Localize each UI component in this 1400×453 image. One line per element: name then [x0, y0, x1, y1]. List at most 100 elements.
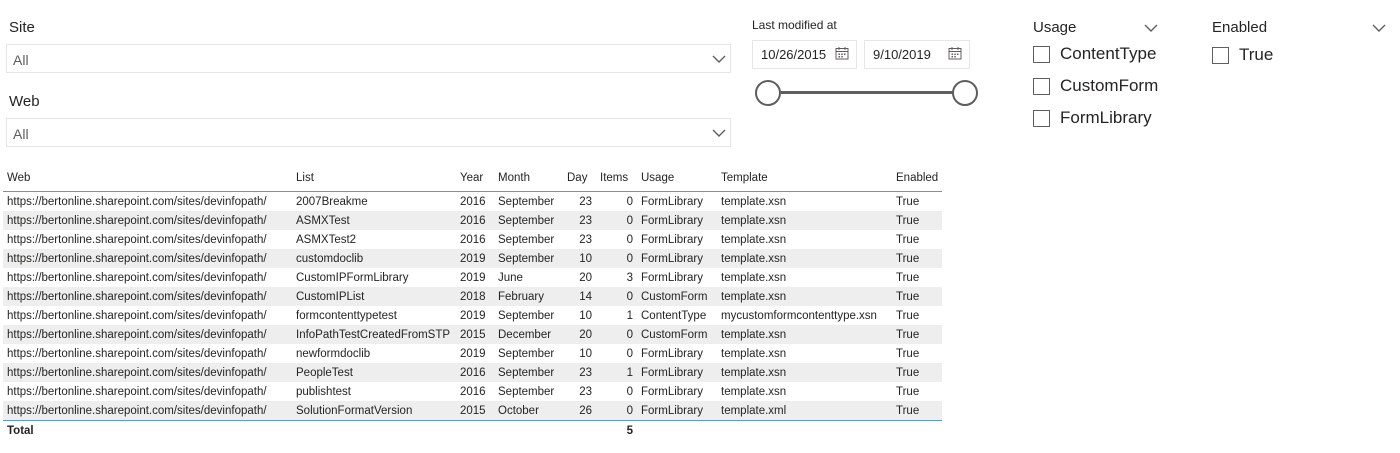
cell-items: 0: [596, 325, 637, 344]
cell-enabled: True: [896, 385, 920, 398]
start-date-input[interactable]: 10/26/2015: [752, 40, 857, 69]
calendar-icon[interactable]: [835, 46, 849, 60]
cell-template: template.xsn: [721, 233, 787, 246]
cell-list: InfoPathTestCreatedFromSTP: [292, 325, 456, 344]
column-header-enabled[interactable]: Enabled: [892, 165, 943, 192]
table-row[interactable]: https://bertonline.sharepoint.com/sites/…: [3, 192, 942, 212]
column-header-items[interactable]: Items: [596, 165, 637, 192]
cell-month: September: [498, 347, 555, 360]
calendar-icon[interactable]: [948, 46, 962, 60]
web-dropdown-value: All: [13, 126, 29, 142]
site-slicer-title: Site: [9, 19, 35, 36]
cell-enabled: True: [892, 401, 943, 421]
cell-template: template.xsn: [721, 271, 787, 284]
cell-enabled: True: [896, 271, 920, 284]
cell-web: https://bertonline.sharepoint.com/sites/…: [7, 385, 267, 398]
cell-year: 2019: [460, 347, 486, 360]
table-header-row: Web List Year Month Day Items Usage Temp…: [3, 165, 943, 192]
column-header-usage[interactable]: Usage: [637, 165, 717, 192]
checkbox-icon[interactable]: [1033, 78, 1050, 95]
checkbox-icon[interactable]: [1033, 46, 1050, 63]
web-dropdown[interactable]: All: [6, 118, 731, 147]
cell-list: 2007Breakme: [296, 195, 368, 208]
column-header-template[interactable]: Template: [717, 165, 892, 192]
cell-enabled: True: [892, 287, 943, 306]
cell-web: https://bertonline.sharepoint.com/sites/…: [7, 233, 267, 246]
date-slicer-title: Last modified at: [752, 18, 837, 32]
cell-year: 2015: [456, 401, 494, 421]
cell-items: 1: [596, 363, 637, 382]
cell-items: 3: [626, 271, 633, 284]
cell-enabled: True: [892, 249, 943, 268]
site-dropdown[interactable]: All: [6, 44, 731, 73]
cell-year: 2019: [460, 309, 486, 322]
cell-day: 23: [579, 195, 592, 208]
table-row[interactable]: https://bertonline.sharepoint.com/sites/…: [3, 363, 943, 382]
cell-day: 10: [579, 309, 592, 322]
date-range-track[interactable]: [776, 91, 956, 94]
site-dropdown-value: All: [13, 52, 29, 68]
web-slicer-title: Web: [9, 93, 40, 110]
cell-month: September: [498, 195, 555, 208]
cell-month: September: [498, 309, 555, 322]
column-header-year[interactable]: Year: [456, 165, 494, 192]
date-range-start-handle[interactable]: [755, 80, 781, 106]
checkbox-icon[interactable]: [1033, 110, 1050, 127]
table-row[interactable]: https://bertonline.sharepoint.com/sites/…: [3, 382, 942, 401]
cell-items: 0: [626, 233, 633, 246]
cell-year: 2019: [460, 271, 486, 284]
cell-template: template.xsn: [717, 325, 892, 344]
table-total-row: Total 5: [3, 421, 942, 441]
cell-web: https://bertonline.sharepoint.com/sites/…: [7, 347, 267, 360]
cell-month: September: [494, 363, 563, 382]
cell-usage: FormLibrary: [641, 385, 703, 398]
cell-usage: CustomForm: [637, 287, 717, 306]
cell-list: customdoclib: [292, 249, 456, 268]
chevron-down-icon[interactable]: [1372, 20, 1386, 38]
cell-template: template.xsn: [717, 249, 892, 268]
column-header-list[interactable]: List: [292, 165, 456, 192]
cell-year: 2016: [460, 385, 486, 398]
chevron-down-icon: [712, 128, 726, 138]
cell-year: 2016: [460, 233, 486, 246]
cell-year: 2019: [456, 249, 494, 268]
date-range-end-handle[interactable]: [952, 80, 978, 106]
usage-slicer-title: Usage: [1033, 19, 1077, 36]
table-row[interactable]: https://bertonline.sharepoint.com/sites/…: [3, 401, 943, 421]
cell-year: 2015: [456, 325, 494, 344]
cell-usage: CustomForm: [637, 325, 717, 344]
table-row[interactable]: https://bertonline.sharepoint.com/sites/…: [3, 325, 943, 344]
table-row[interactable]: https://bertonline.sharepoint.com/sites/…: [3, 230, 942, 249]
table-row[interactable]: https://bertonline.sharepoint.com/sites/…: [3, 344, 942, 363]
table-row[interactable]: https://bertonline.sharepoint.com/sites/…: [3, 249, 943, 268]
cell-month: June: [498, 271, 523, 284]
cell-year: 2016: [460, 195, 486, 208]
cell-month: December: [494, 325, 563, 344]
table-row[interactable]: https://bertonline.sharepoint.com/sites/…: [3, 268, 942, 287]
chevron-down-icon[interactable]: [1144, 20, 1158, 38]
cell-web: https://bertonline.sharepoint.com/sites/…: [3, 325, 292, 344]
cell-web: https://bertonline.sharepoint.com/sites/…: [3, 401, 292, 421]
end-date-input[interactable]: 9/10/2019: [864, 40, 970, 69]
chevron-down-icon: [712, 54, 726, 64]
cell-enabled: True: [896, 309, 920, 322]
cell-year: 2016: [456, 363, 494, 382]
table-row[interactable]: https://bertonline.sharepoint.com/sites/…: [3, 306, 942, 325]
cell-enabled: True: [896, 195, 920, 208]
table-row[interactable]: https://bertonline.sharepoint.com/sites/…: [3, 287, 943, 306]
cell-day: 23: [579, 385, 592, 398]
cell-web: https://bertonline.sharepoint.com/sites/…: [7, 271, 267, 284]
cell-day: 14: [563, 287, 596, 306]
cell-month: September: [494, 249, 563, 268]
cell-enabled: True: [896, 347, 920, 360]
cell-web: https://bertonline.sharepoint.com/sites/…: [3, 249, 292, 268]
cell-list: CustomIPList: [292, 287, 456, 306]
cell-usage: FormLibrary: [641, 195, 703, 208]
column-header-day[interactable]: Day: [563, 165, 596, 192]
cell-template: mycustomformcontenttype.xsn: [721, 309, 877, 322]
cell-list: PeopleTest: [292, 363, 456, 382]
column-header-web[interactable]: Web: [3, 165, 292, 192]
table-row[interactable]: https://bertonline.sharepoint.com/sites/…: [3, 211, 943, 230]
checkbox-icon[interactable]: [1212, 47, 1229, 64]
column-header-month[interactable]: Month: [494, 165, 563, 192]
